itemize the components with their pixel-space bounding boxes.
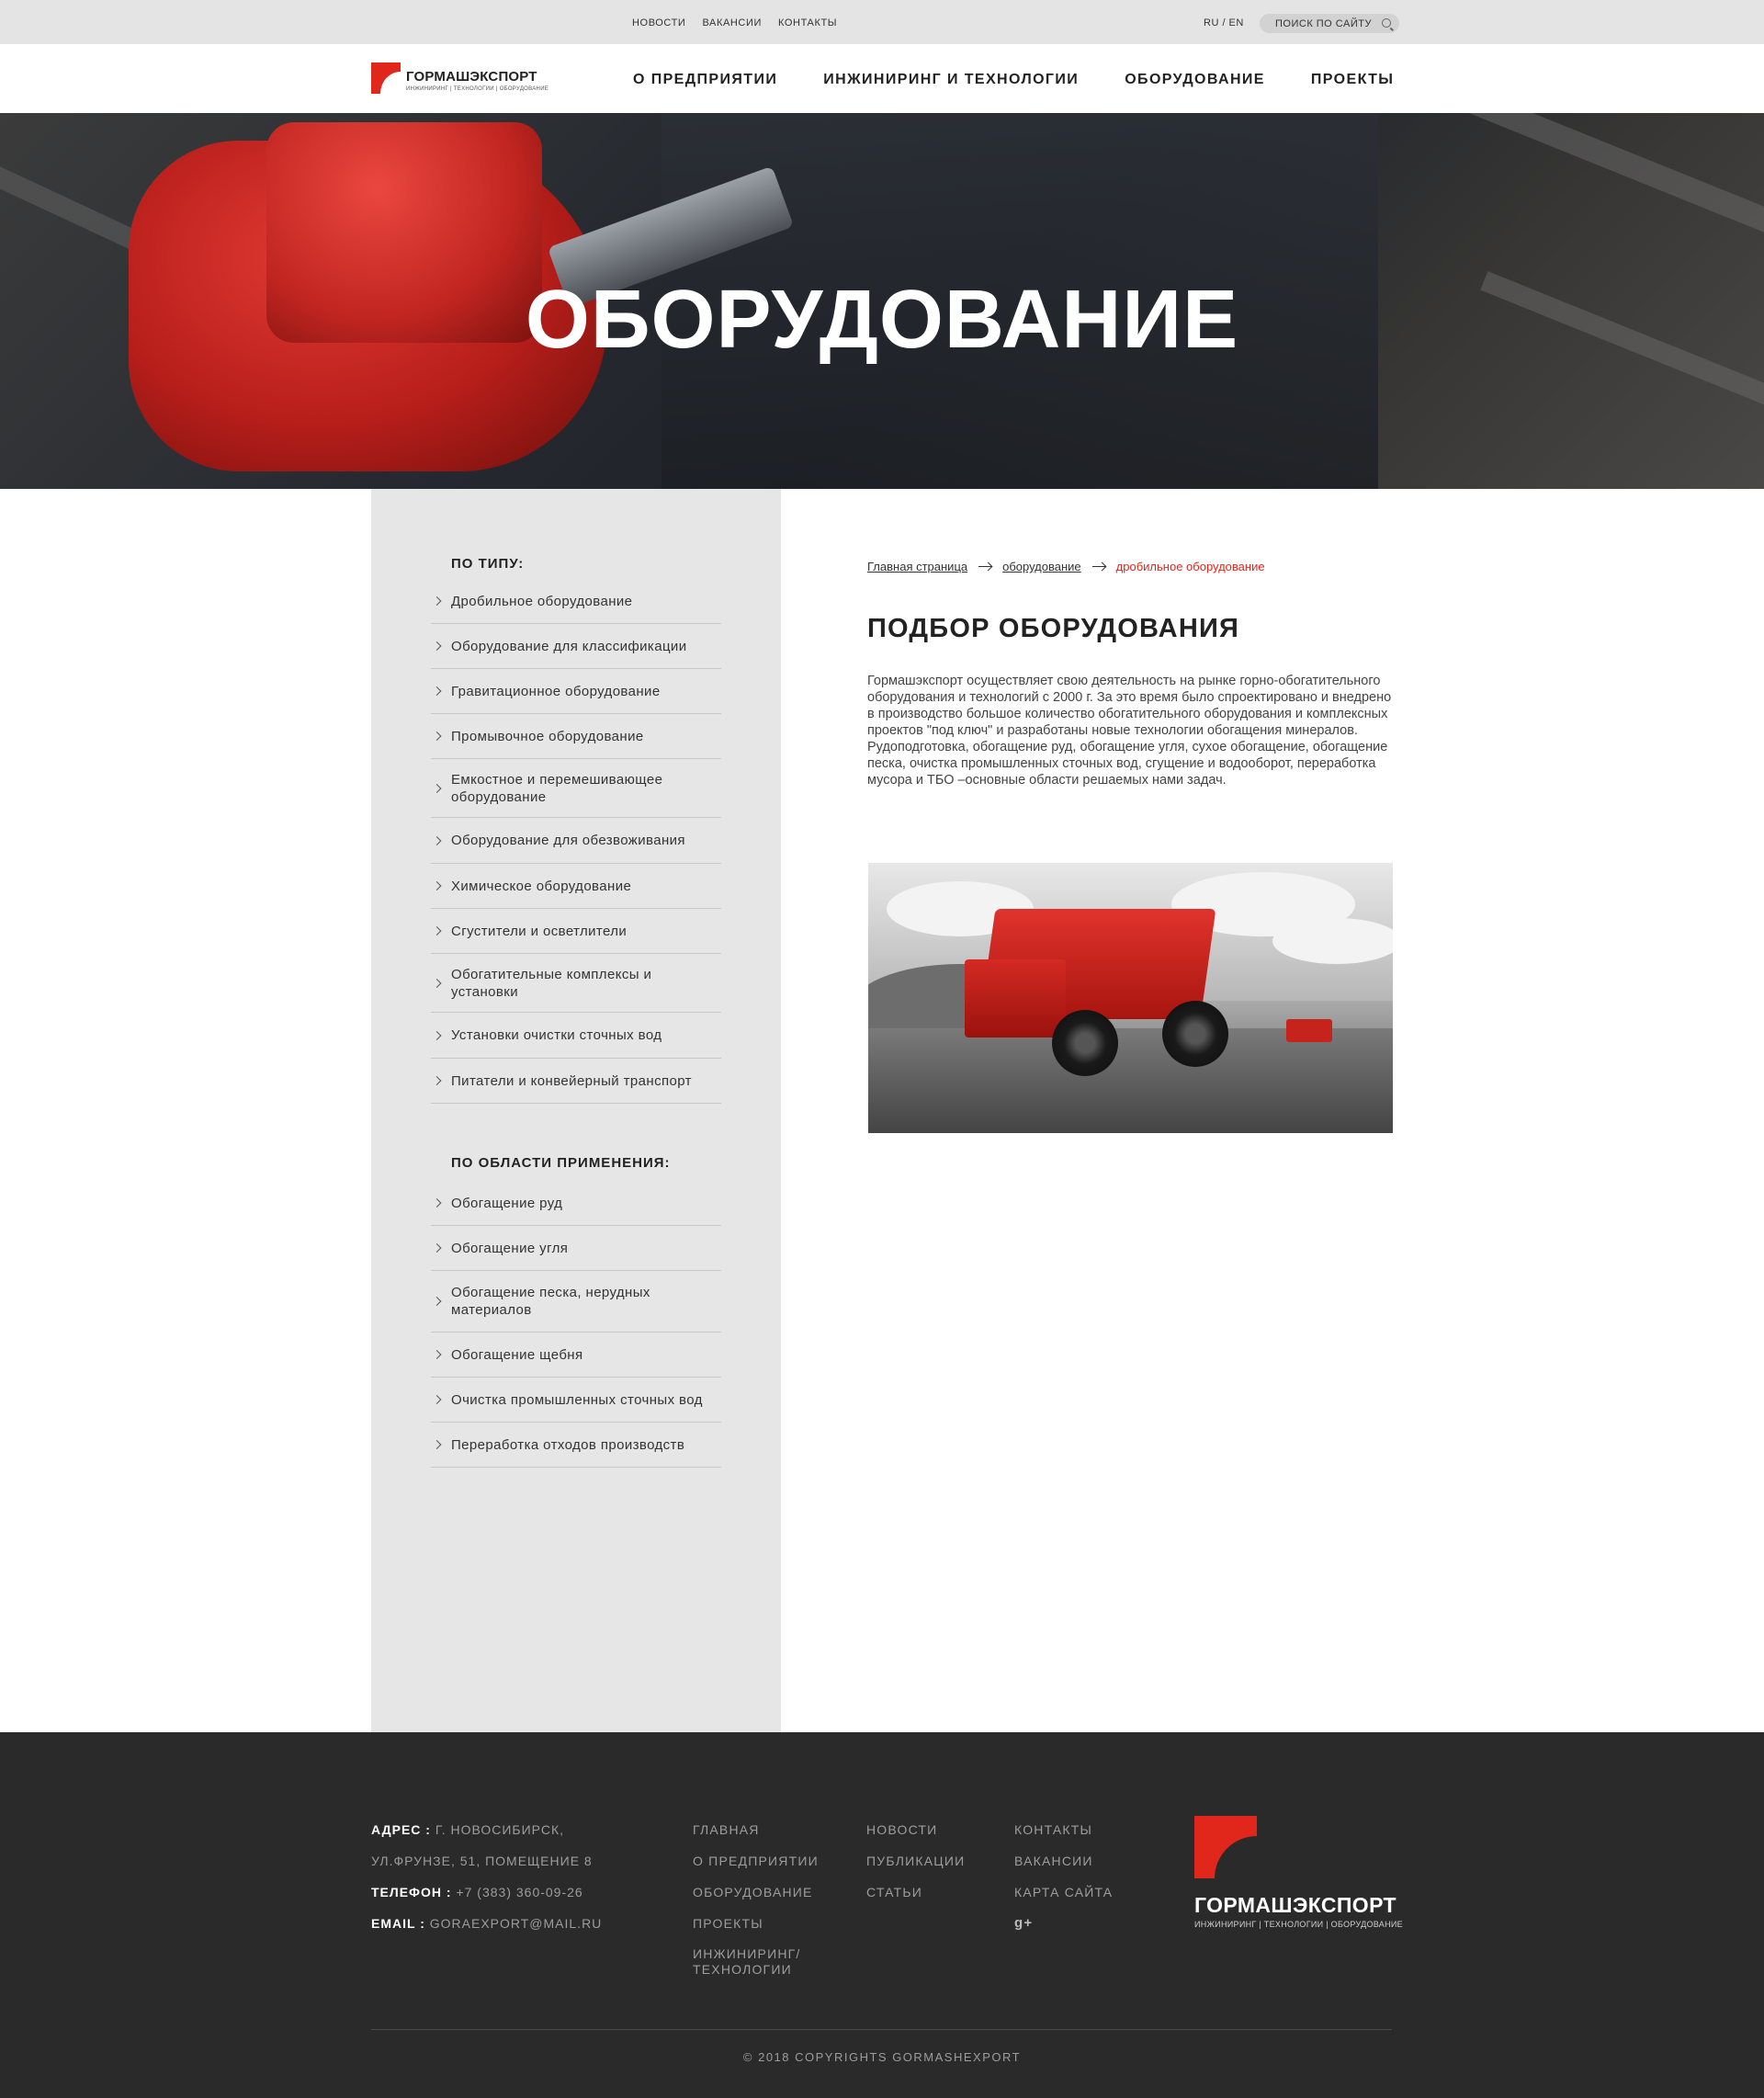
site-footer: АДРЕС : Г. НОВОСИБИРСК, УЛ.ФРУНЗЕ, 51, П…	[0, 1732, 1764, 2098]
sidebar-item[interactable]: Оборудование для классификации	[431, 624, 721, 669]
nav-equipment[interactable]: ОБОРУДОВАНИЕ	[1125, 72, 1265, 88]
sidebar-list-type: Дробильное оборудование Оборудование для…	[431, 579, 721, 1104]
footer-col-3: КОНТАКТЫ ВАКАНСИИ КАРТА САЙТА g+	[1014, 1814, 1113, 1939]
top-link-news[interactable]: НОВОСТИ	[632, 17, 685, 28]
copyright: © 2018 COPYRIGHTS GORMASHEXPORT	[742, 2050, 1022, 2064]
breadcrumb-current: дробильное оборудование	[1115, 560, 1265, 573]
chevron-right-icon	[432, 596, 442, 606]
sidebar-group-title-area: ПО ОБЛАСТИ ПРИМЕНЕНИЯ:	[451, 1155, 671, 1171]
site-logo[interactable]: ГОРМАШЭКСПОРТ ИНЖИНИРИНГ | ТЕХНОЛОГИИ | …	[371, 62, 548, 94]
breadcrumb: Главная страница оборудование дробильное…	[867, 560, 1265, 573]
logo-mark-icon	[1194, 1816, 1257, 1878]
footer-email[interactable]: GORAEXPORT@MAIL.RU	[430, 1916, 603, 1931]
chevron-right-icon	[432, 1395, 442, 1404]
breadcrumb-section[interactable]: оборудование	[1002, 560, 1081, 573]
footer-col-2: НОВОСТИ ПУБЛИКАЦИИ СТАТЬИ	[866, 1814, 965, 1908]
chevron-right-icon	[432, 783, 442, 793]
sidebar-item[interactable]: Сгустители и осветлители	[431, 909, 721, 954]
chevron-right-icon	[432, 835, 442, 845]
language-switch[interactable]: RU / EN	[1204, 17, 1244, 28]
top-link-contacts[interactable]: КОНТАКТЫ	[778, 17, 837, 28]
chevron-right-icon	[432, 731, 442, 741]
breadcrumb-home[interactable]: Главная страница	[867, 560, 967, 573]
logo-tagline: ИНЖИНИРИНГ | ТЕХНОЛОГИИ | ОБОРУДОВАНИЕ	[406, 86, 549, 92]
sidebar-item[interactable]: Очистка промышленных сточных вод	[431, 1378, 721, 1423]
chevron-right-icon	[432, 641, 442, 651]
sidebar-group-title-type: ПО ТИПУ:	[451, 556, 525, 572]
top-links: НОВОСТИ ВАКАНСИИ КОНТАКТЫ	[632, 17, 837, 28]
footer-logo-tagline: ИНЖИНИРИНГ | ТЕХНОЛОГИИ | ОБОРУДОВАНИЕ	[1194, 1920, 1403, 1929]
footer-link[interactable]: ПРОЕКТЫ	[693, 1908, 821, 1939]
top-link-vacancies[interactable]: ВАКАНСИИ	[702, 17, 762, 28]
footer-col-1: ГЛАВНАЯ О ПРЕДПРИЯТИИ ОБОРУДОВАНИЕ ПРОЕК…	[693, 1814, 821, 1978]
chevron-right-icon	[432, 1297, 442, 1306]
sidebar-item[interactable]: Дробильное оборудование	[431, 579, 721, 624]
sidebar-item[interactable]: Обогащение песка, нерудных материалов	[431, 1271, 721, 1333]
top-bar: НОВОСТИ ВАКАНСИИ КОНТАКТЫ RU / EN ПОИСК …	[0, 0, 1764, 44]
chevron-right-icon	[432, 1440, 442, 1449]
hero-banner: ОБОРУДОВАНИЕ	[0, 113, 1764, 489]
footer-logo[interactable]: ГОРМАШЭКСПОРТ ИНЖИНИРИНГ | ТЕХНОЛОГИИ | …	[1194, 1816, 1403, 1929]
main-nav: О ПРЕДПРИЯТИИ ИНЖИНИРИНГ И ТЕХНОЛОГИИ ОБ…	[633, 72, 1394, 88]
nav-projects[interactable]: ПРОЕКТЫ	[1311, 72, 1394, 88]
footer-link[interactable]: ВАКАНСИИ	[1014, 1845, 1113, 1877]
sidebar-item[interactable]: Промывочное оборудование	[431, 714, 721, 759]
mining-truck-image	[868, 863, 1393, 1133]
chevron-right-icon	[432, 1198, 442, 1208]
arrow-right-icon	[978, 566, 992, 567]
page-title: ПОДБОР ОБОРУДОВАНИЯ	[867, 614, 1240, 643]
site-search[interactable]: ПОИСК ПО САЙТУ	[1260, 14, 1399, 33]
chevron-right-icon	[432, 686, 442, 696]
chevron-right-icon	[432, 1350, 442, 1359]
nav-about[interactable]: О ПРЕДПРИЯТИИ	[633, 72, 777, 88]
logo-mark-icon	[371, 62, 401, 94]
search-icon[interactable]	[1382, 18, 1391, 28]
sidebar-item[interactable]: Установки очистки сточных вод	[431, 1013, 721, 1059]
footer-address: АДРЕС : Г. НОВОСИБИРСК, УЛ.ФРУНЗЕ, 51, П…	[371, 1822, 603, 1931]
arrow-right-icon	[1091, 566, 1105, 567]
chevron-right-icon	[432, 1076, 442, 1085]
category-sidebar: ПО ТИПУ: Дробильное оборудование Оборудо…	[371, 489, 781, 1732]
footer-link[interactable]: О ПРЕДПРИЯТИИ	[693, 1845, 821, 1877]
footer-divider	[371, 2029, 1392, 2030]
footer-phone[interactable]: +7 (383) 360-09-26	[456, 1885, 582, 1900]
chevron-right-icon	[432, 1030, 442, 1040]
footer-link[interactable]: НОВОСТИ	[866, 1814, 965, 1845]
sidebar-item[interactable]: Обогащение угля	[431, 1226, 721, 1271]
footer-logo-name: ГОРМАШЭКСПОРТ	[1194, 1893, 1396, 1917]
sidebar-item[interactable]: Обогащение щебня	[431, 1333, 721, 1378]
footer-link[interactable]: ПУБЛИКАЦИИ	[866, 1845, 965, 1877]
chevron-right-icon	[432, 978, 442, 988]
sidebar-item[interactable]: Переработка отходов производств	[431, 1423, 721, 1468]
footer-link[interactable]: КАРТА САЙТА	[1014, 1877, 1113, 1908]
sidebar-item[interactable]: Оборудование для обезвоживания	[431, 818, 721, 864]
footer-link[interactable]: ГЛАВНАЯ	[693, 1814, 821, 1845]
footer-link[interactable]: ИНЖИНИРИНГ/ ТЕХНОЛОГИИ	[693, 1939, 821, 1978]
sidebar-list-area: Обогащение руд Обогащение угля Обогащени…	[431, 1181, 721, 1468]
sidebar-item[interactable]: Обогатительные комплексы и установки	[431, 954, 721, 1013]
search-label: ПОИСК ПО САЙТУ	[1275, 18, 1372, 29]
sidebar-item[interactable]: Гравитационное оборудование	[431, 669, 721, 714]
site-header: ГОРМАШЭКСПОРТ ИНЖИНИРИНГ | ТЕХНОЛОГИИ | …	[0, 44, 1764, 113]
sidebar-item[interactable]: Емкостное и перемешивающее оборудование	[431, 759, 721, 818]
google-plus-icon[interactable]: g+	[1014, 1908, 1113, 1939]
footer-link[interactable]: СТАТЬИ	[866, 1877, 965, 1908]
footer-link[interactable]: ОБОРУДОВАНИЕ	[693, 1877, 821, 1908]
intro-text: Гормашэкспорт осуществляет свою деятельн…	[867, 674, 1392, 788]
chevron-right-icon	[432, 1243, 442, 1253]
chevron-right-icon	[432, 881, 442, 890]
sidebar-item[interactable]: Обогащение руд	[431, 1181, 721, 1226]
nav-engineering[interactable]: ИНЖИНИРИНГ И ТЕХНОЛОГИИ	[823, 72, 1079, 88]
sidebar-item[interactable]: Химическое оборудование	[431, 864, 721, 909]
footer-link[interactable]: КОНТАКТЫ	[1014, 1814, 1113, 1845]
sidebar-item[interactable]: Питатели и конвейерный транспорт	[431, 1059, 721, 1104]
logo-name: ГОРМАШЭКСПОРТ	[406, 69, 537, 85]
chevron-right-icon	[432, 926, 442, 936]
hero-title: ОБОРУДОВАНИЕ	[525, 274, 1239, 366]
